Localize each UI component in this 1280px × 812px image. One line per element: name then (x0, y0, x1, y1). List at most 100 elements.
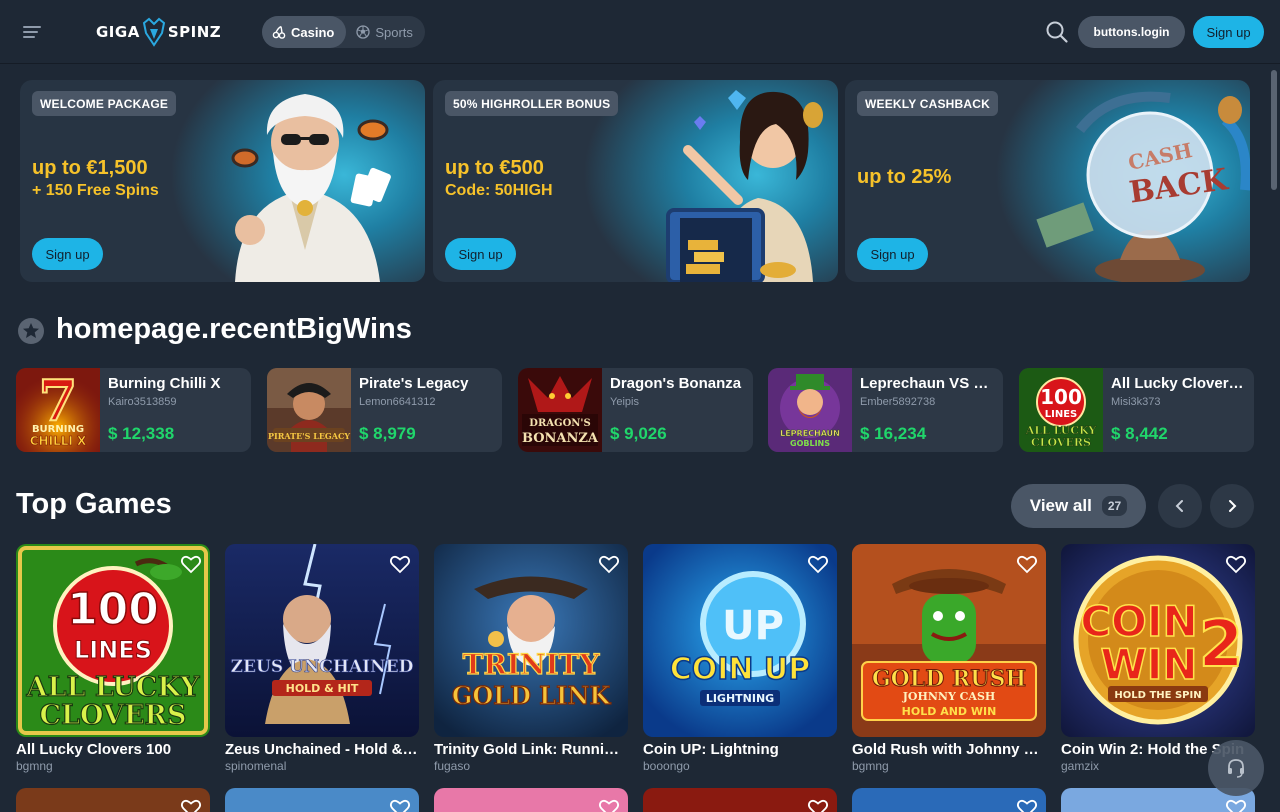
thumb-text: 100 (1040, 385, 1082, 409)
game-thumbnail: PIRATE'S LEGACY (267, 368, 351, 452)
win-game-name: Pirate's Legacy (359, 375, 469, 392)
favorite-heart-icon[interactable] (1016, 797, 1038, 812)
santa-character-illustration (231, 94, 391, 282)
win-amount: $ 8,979 (359, 424, 416, 443)
favorite-heart-icon[interactable] (598, 553, 620, 575)
thumb-text: 100 (67, 584, 159, 635)
thumb-text: LINES (74, 636, 152, 664)
win-username: Ember5892738 (860, 396, 936, 408)
logo-mark-icon (142, 17, 165, 47)
tab-sports[interactable]: Sports (346, 16, 425, 48)
game-thumbnail[interactable]: GOLD RUSH JOHNNY CASH HOLD AND WIN (852, 544, 1046, 737)
favorite-heart-icon[interactable] (807, 553, 829, 575)
game-card[interactable]: UP COIN UP LIGHTNING Coin UP: Lightning … (643, 544, 837, 773)
favorite-heart-icon[interactable] (1225, 797, 1247, 812)
banner-signup-button[interactable]: Sign up (32, 238, 103, 270)
thumb-text: CLOVERS (1031, 436, 1091, 449)
product-tabs: Casino Sports (262, 16, 425, 48)
banner-tag: WEEKLY CASHBACK (857, 91, 999, 116)
logo-text-left: GIGA (96, 23, 140, 41)
favorite-heart-icon[interactable] (389, 553, 411, 575)
tab-casino[interactable]: Casino (262, 16, 347, 48)
favorite-heart-icon[interactable] (1016, 553, 1038, 575)
recent-win-card[interactable]: PIRATE'S LEGACY Pirate's Legacy Lemon664… (267, 368, 502, 452)
game-card[interactable]: COIN WIN 2 HOLD THE SPIN Coin Win 2: Hol… (1061, 544, 1255, 773)
win-username: Yeipis (610, 396, 639, 408)
favorite-heart-icon[interactable] (807, 797, 829, 812)
game-card-partial[interactable] (643, 788, 837, 812)
chevron-right-icon (1229, 500, 1237, 512)
recent-win-card[interactable]: LEPRECHAUN GOBLINS Leprechaun VS Goblins… (768, 368, 1003, 452)
banner-signup-button[interactable]: Sign up (857, 238, 928, 270)
banner-signup-button[interactable]: Sign up (445, 238, 516, 270)
favorite-heart-icon[interactable] (389, 797, 411, 812)
favorite-heart-icon[interactable] (180, 553, 202, 575)
game-thumbnail[interactable]: ZEUS UNCHAINED HOLD & HIT (225, 544, 419, 737)
banner-tag: WELCOME PACKAGE (32, 91, 177, 116)
game-card-partial[interactable] (852, 788, 1046, 812)
banner-subheadline: Code: 50HIGH (445, 182, 553, 199)
game-card[interactable]: 100 LINES ALL LUCKY CLOVERS All Lucky Cl… (16, 544, 210, 773)
game-thumbnail[interactable]: TRINITY GOLD LINK (434, 544, 628, 737)
top-header: GIGA SPINZ Casino Sports buttons.login S… (0, 0, 1280, 64)
tab-casino-label: Casino (291, 24, 335, 40)
game-card-partial[interactable] (225, 788, 419, 812)
scrollbar-thumb[interactable] (1271, 70, 1277, 190)
thumb-text: LEPRECHAUN (780, 429, 840, 438)
game-card[interactable]: TRINITY GOLD LINK Trinity Gold Link: Run… (434, 544, 628, 773)
game-card-partial[interactable] (16, 788, 210, 812)
view-all-count-badge: 27 (1101, 496, 1128, 516)
game-card-partial[interactable] (434, 788, 628, 812)
headset-icon (1228, 759, 1244, 778)
win-amount: $ 16,234 (860, 424, 927, 443)
hamburger-menu-icon[interactable] (20, 20, 44, 44)
favorite-heart-icon[interactable] (180, 797, 202, 812)
win-amount: $ 8,442 (1111, 424, 1168, 443)
win-username: Kairo3513859 (108, 396, 177, 408)
support-chat-button[interactable] (1208, 740, 1264, 796)
recent-win-card[interactable]: 7 BURNING CHILLI X Burning Chilli X Kair… (16, 368, 251, 452)
carousel-next-button[interactable] (1210, 484, 1254, 528)
recent-win-card[interactable]: DRAGON'S BONANZA Dragon's Bonanza Yeipis… (518, 368, 753, 452)
thumb-text: GOLD RUSH (872, 666, 1026, 692)
page-scrollbar[interactable] (1268, 64, 1280, 812)
thumb-text: LINES (1045, 409, 1078, 420)
promo-banner-welcome[interactable]: WELCOME PACKAGE up to €1,500 + 150 Free … (20, 80, 425, 282)
recent-win-card[interactable]: 100 LINES ALL LUCKY CLOVERS All Lucky Cl… (1019, 368, 1254, 452)
login-button[interactable]: buttons.login (1078, 16, 1185, 48)
star-icon (18, 318, 44, 344)
favorite-heart-icon[interactable] (598, 797, 620, 812)
thumb-text: JOHNNY CASH (902, 690, 996, 703)
thumb-text: ZEUS UNCHAINED (231, 657, 414, 677)
thumb-text: WIN (1100, 640, 1197, 689)
favorite-heart-icon[interactable] (1225, 553, 1247, 575)
treasure-girl-illustration (666, 90, 823, 282)
site-logo[interactable]: GIGA SPINZ (96, 16, 221, 48)
game-card[interactable]: GOLD RUSH JOHNNY CASH HOLD AND WIN Gold … (852, 544, 1046, 773)
win-username: Lemon6641312 (359, 396, 436, 408)
game-card[interactable]: ZEUS UNCHAINED HOLD & HIT Zeus Unchained… (225, 544, 419, 773)
game-provider: booongo (643, 759, 690, 773)
search-icon[interactable] (1044, 19, 1070, 45)
game-provider: fugaso (434, 759, 471, 773)
game-thumbnail[interactable]: COIN WIN 2 HOLD THE SPIN (1061, 544, 1255, 737)
top-games-title: Top Games (16, 488, 172, 520)
game-title: Coin UP: Lightning (643, 741, 779, 758)
thumb-text: GOLD LINK (452, 681, 611, 710)
thumb-text: DRAGON'S (529, 418, 590, 429)
game-provider: bgmng (852, 759, 889, 773)
thumb-text: HOLD THE SPIN (1114, 690, 1201, 701)
win-game-name: Burning Chilli X (108, 375, 221, 392)
promo-banner-cashback[interactable]: CASH BACK WEEKLY CASHBACK up to 25% Sign… (845, 80, 1250, 282)
view-all-button[interactable]: View all 27 (1011, 484, 1146, 528)
banner-headline: up to €1,500 (32, 157, 148, 179)
carousel-prev-button[interactable] (1158, 484, 1202, 528)
header-signup-button[interactable]: Sign up (1193, 16, 1264, 48)
recent-big-wins-title: homepage.recentBigWins (56, 313, 412, 345)
game-thumbnail[interactable]: UP COIN UP LIGHTNING (643, 544, 837, 737)
thumb-text: CLOVERS (40, 700, 187, 731)
banner-headline: up to €500 (445, 157, 544, 179)
promo-banner-highroller[interactable]: 50% HIGHROLLER BONUS up to €500 Code: 50… (433, 80, 838, 282)
soccer-ball-icon (356, 25, 370, 39)
game-thumbnail[interactable]: 100 LINES ALL LUCKY CLOVERS (16, 544, 210, 737)
